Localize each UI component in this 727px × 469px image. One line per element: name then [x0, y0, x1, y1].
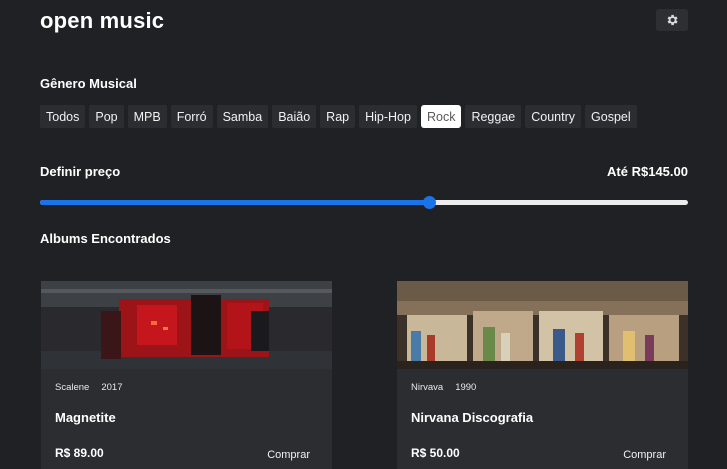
album-year: 1990: [455, 382, 477, 393]
buy-button[interactable]: Comprar: [623, 448, 666, 462]
genre-chip-rap[interactable]: Rap: [320, 105, 356, 128]
genre-chip-samba[interactable]: Samba: [216, 105, 269, 128]
album-card: Nirvava 1990 Nirvana Discografia R$ 50.0…: [397, 281, 688, 469]
album-price: R$ 50.00: [411, 446, 460, 460]
settings-button[interactable]: [656, 9, 688, 31]
albums-heading: Albums Encontrados: [40, 231, 171, 246]
genre-chip-gospel[interactable]: Gospel: [585, 105, 637, 128]
genre-filter-bar: Todos Pop MPB Forró Samba Baião Rap Hip-…: [40, 105, 637, 128]
buy-button[interactable]: Comprar: [267, 448, 310, 462]
app-title: open music: [40, 8, 165, 33]
album-price: R$ 89.00: [55, 446, 104, 460]
album-year: 2017: [101, 382, 123, 393]
genre-chip-reggae[interactable]: Reggae: [465, 105, 522, 128]
price-slider-fill: [40, 200, 429, 205]
album-cover-image: [397, 281, 688, 369]
genre-chip-pop[interactable]: Pop: [89, 105, 124, 128]
price-filter-label: Definir preço: [40, 164, 121, 179]
album-title: Nirvana Discografia: [411, 410, 534, 425]
album-meta: Nirvava 1990: [411, 382, 476, 393]
price-slider-handle[interactable]: [422, 196, 436, 209]
album-title: Magnetite: [55, 410, 116, 425]
genre-chip-hip-hop[interactable]: Hip-Hop: [359, 105, 417, 128]
genre-chip-todos[interactable]: Todos: [40, 105, 86, 128]
price-slider[interactable]: [40, 196, 688, 209]
genre-chip-mpb[interactable]: MPB: [127, 105, 167, 128]
album-card: Scalene 2017 Magnetite R$ 89.00 Comprar: [41, 281, 332, 469]
price-filter-value: Até R$145.00: [607, 164, 688, 179]
album-band: Scalene: [55, 382, 90, 393]
open-music-page: open music Gênero Musical Todos Pop MPB …: [0, 0, 727, 469]
genre-chip-rock[interactable]: Rock: [420, 105, 462, 128]
genre-chip-baiao[interactable]: Baião: [272, 105, 317, 128]
album-cover-image: [41, 281, 332, 369]
genre-chip-country[interactable]: Country: [525, 105, 582, 128]
genre-chip-forro[interactable]: Forró: [170, 105, 213, 128]
gear-icon: [667, 14, 678, 26]
album-meta: Scalene 2017: [55, 382, 122, 393]
album-band: Nirvava: [411, 382, 444, 393]
genre-heading: Gênero Musical: [40, 76, 137, 91]
